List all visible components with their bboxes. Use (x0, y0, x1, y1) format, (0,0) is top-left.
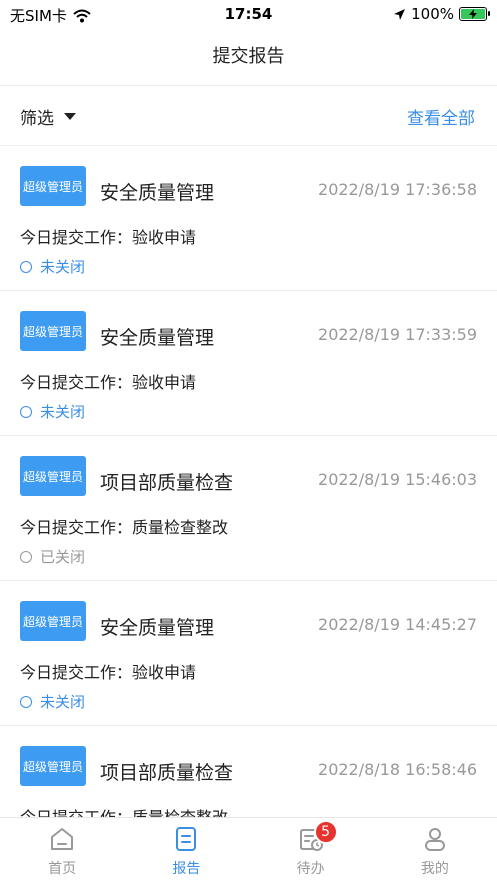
tab-mine[interactable]: 我的 (373, 818, 497, 883)
report-card[interactable]: 超级管理员 项目部质量检查 2022/8/19 15:46:03 今日提交工作：… (0, 436, 497, 581)
battery-icon (459, 7, 490, 21)
report-work: 今日提交工作：验收申请 (20, 228, 197, 247)
report-card[interactable]: 超级管理员 项目部质量检查 2022/8/18 16:58:46 今日提交工作：… (0, 726, 497, 817)
filter-bar: 筛选 查看全部 (0, 86, 497, 146)
report-time: 2022/8/19 14:45:27 (318, 615, 477, 634)
nav-bar: 提交报告 (0, 30, 497, 86)
home-icon (47, 824, 77, 854)
filter-button[interactable]: 筛选 (20, 104, 76, 129)
tab-label: 报告 (172, 861, 201, 877)
report-time: 2022/8/18 16:58:46 (318, 760, 477, 779)
battery-percent: 100% (411, 5, 454, 23)
status-ring-icon (20, 405, 32, 418)
role-badge: 超级管理员 (20, 311, 86, 351)
status-ring-icon (20, 695, 32, 708)
tab-label: 首页 (48, 861, 77, 877)
role-badge: 超级管理员 (20, 456, 86, 496)
report-work: 今日提交工作：验收申请 (20, 373, 197, 392)
report-icon (171, 824, 201, 854)
report-work: 今日提交工作：质量检查整改 (20, 804, 228, 817)
report-card[interactable]: 超级管理员 安全质量管理 2022/8/19 14:45:27 今日提交工作：验… (0, 581, 497, 726)
status-label: 未关闭 (40, 693, 86, 711)
status-ring-icon (20, 260, 32, 273)
report-title: 安全质量管理 (100, 327, 215, 349)
report-time: 2022/8/19 17:36:58 (318, 180, 477, 199)
tab-todo[interactable]: 5 待办 (249, 818, 373, 883)
role-badge: 超级管理员 (20, 746, 86, 786)
view-all-link[interactable]: 查看全部 (407, 104, 475, 129)
status-right: 100% (393, 5, 490, 23)
tab-label: 我的 (420, 861, 449, 877)
report-status: 已关闭 (20, 546, 85, 567)
report-status: 未关闭 (20, 401, 85, 422)
todo-icon: 5 (296, 820, 338, 854)
status-label: 未关闭 (40, 258, 86, 276)
report-card[interactable]: 超级管理员 安全质量管理 2022/8/19 17:36:58 今日提交工作：验… (0, 146, 497, 291)
report-title: 安全质量管理 (100, 617, 215, 639)
status-bar: 无SIM卡 17:54 100% (0, 0, 497, 30)
tab-report[interactable]: 报告 (124, 818, 248, 883)
location-arrow-icon (394, 8, 406, 20)
report-status: 未关闭 (20, 256, 85, 277)
report-time: 2022/8/19 17:33:59 (318, 325, 477, 344)
caret-down-icon (64, 113, 76, 120)
tab-label: 待办 (296, 861, 325, 877)
report-time: 2022/8/19 15:46:03 (318, 470, 477, 489)
tab-home[interactable]: 首页 (0, 818, 124, 883)
status-label: 已关闭 (40, 548, 86, 566)
role-badge: 超级管理员 (20, 166, 86, 206)
tab-bar: 首页 报告 5 待办 我的 (0, 817, 497, 883)
report-list: 超级管理员 安全质量管理 2022/8/19 17:36:58 今日提交工作：验… (0, 146, 497, 817)
user-icon (420, 824, 450, 854)
report-title: 项目部质量检查 (100, 762, 234, 784)
report-work: 今日提交工作：验收申请 (20, 663, 197, 682)
report-card[interactable]: 超级管理员 安全质量管理 2022/8/19 17:33:59 今日提交工作：验… (0, 291, 497, 436)
todo-count-badge: 5 (313, 820, 338, 844)
status-label: 未关闭 (40, 403, 86, 421)
report-title: 项目部质量检查 (100, 472, 234, 494)
report-status: 未关闭 (20, 691, 85, 712)
report-work: 今日提交工作：质量检查整改 (20, 518, 229, 537)
page-title: 提交报告 (212, 46, 285, 67)
role-badge: 超级管理员 (20, 601, 86, 641)
status-ring-icon (20, 550, 32, 563)
report-title: 安全质量管理 (100, 182, 215, 204)
filter-label: 筛选 (20, 109, 54, 129)
